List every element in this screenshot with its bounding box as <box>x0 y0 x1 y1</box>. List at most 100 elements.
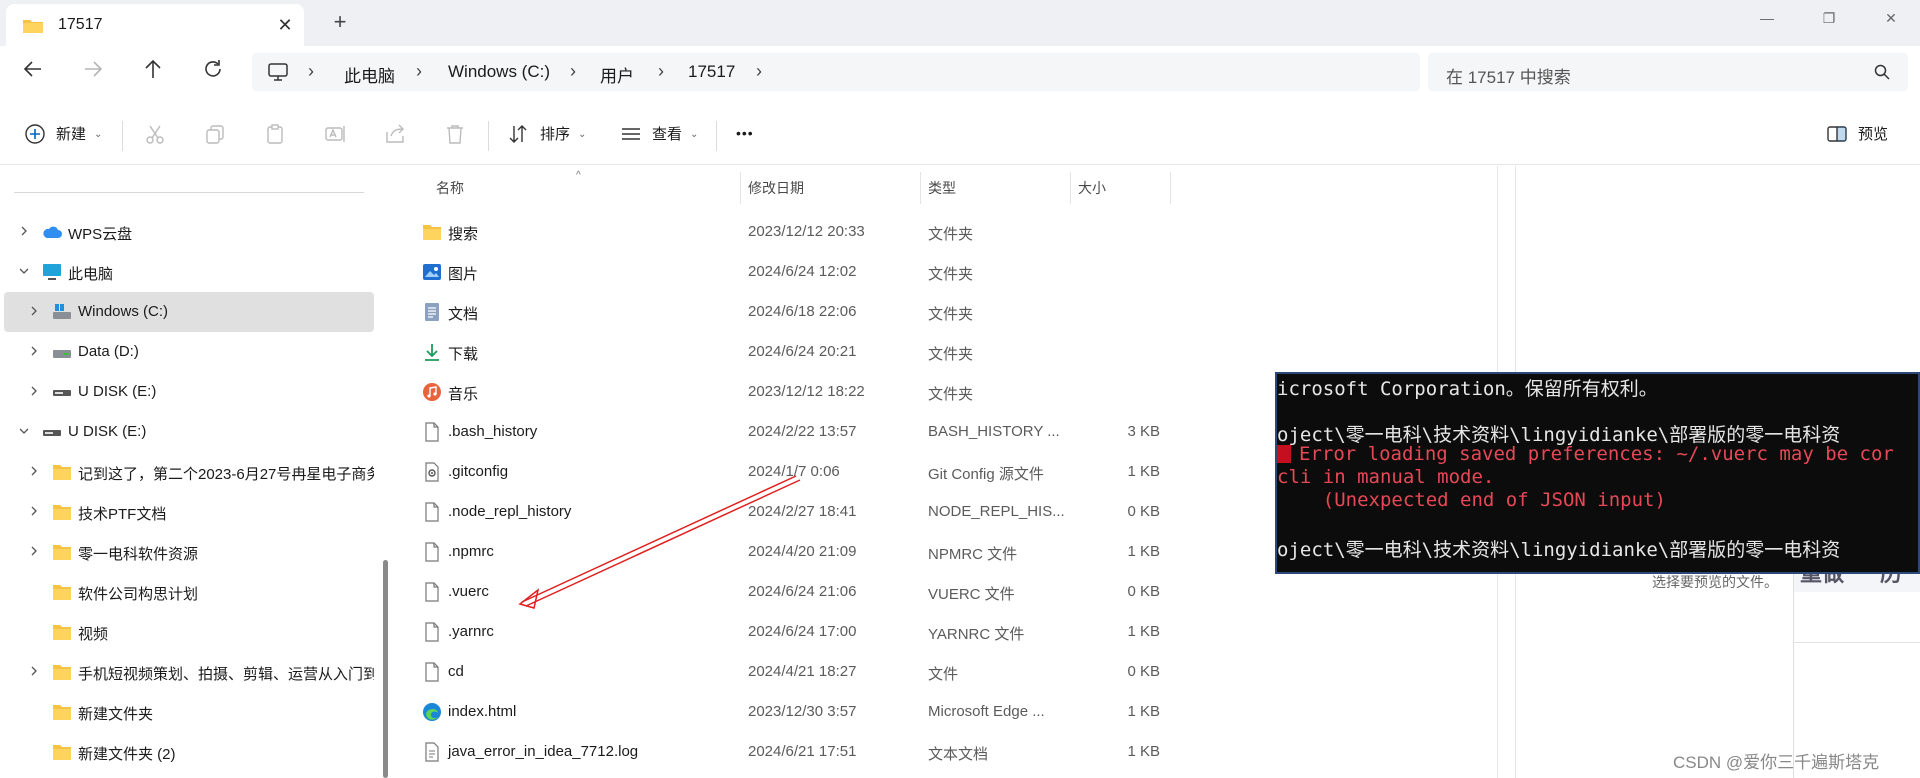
table-row[interactable]: .yarnrc 2024/6/24 17:00 YARNRC 文件 1 KB <box>396 612 1176 652</box>
preview-pane-icon[interactable] <box>1826 123 1850 147</box>
chevron-right-icon[interactable] <box>18 225 30 237</box>
chevron-right-icon[interactable] <box>28 305 40 317</box>
chevron-down-icon[interactable] <box>18 265 30 277</box>
table-row[interactable]: 音乐 2023/12/12 18:22 文件夹 <box>396 372 1176 412</box>
divider <box>488 121 489 151</box>
chevron-right-icon[interactable] <box>28 385 40 397</box>
table-row[interactable]: java_error_in_idea_7712.log 2024/6/21 17… <box>396 732 1176 772</box>
table-row[interactable]: .npmrc 2024/4/20 21:09 NPMRC 文件 1 KB <box>396 532 1176 572</box>
breadcrumb[interactable]: › 此电脑 › Windows (C:) › 用户 › 17517 › <box>252 53 1420 91</box>
terminal-line: cli in manual mode. <box>1277 466 1495 488</box>
chevron-right-icon: › <box>570 61 576 81</box>
sidebar-item-folder[interactable]: 新建文件夹 <box>4 692 374 732</box>
chevron-right-icon[interactable] <box>28 545 40 557</box>
file-icon <box>425 542 439 562</box>
sort-icon[interactable] <box>508 123 532 147</box>
close-window-button[interactable]: ✕ <box>1876 6 1906 30</box>
sidebar-item-windows-c[interactable]: Windows (C:) <box>4 292 374 332</box>
rename-icon[interactable] <box>324 123 348 147</box>
table-row[interactable]: cd 2024/4/21 18:27 文件 0 KB <box>396 652 1176 692</box>
sort-button[interactable]: 排序 <box>540 123 570 144</box>
back-arrow-icon[interactable] <box>20 58 46 84</box>
sidebar-item-udisk-e-root[interactable]: U DISK (E:) <box>4 412 374 452</box>
view-button[interactable]: 查看 <box>652 123 682 144</box>
sidebar-item-folder[interactable]: 零一电科软件资源 <box>4 532 374 572</box>
sidebar-item-udisk-e[interactable]: U DISK (E:) <box>4 372 374 412</box>
folder-icon <box>53 705 71 720</box>
terminal-error-line: Error loading saved preferences: ~/.vuer… <box>1277 443 1894 465</box>
more-options-button[interactable]: ••• <box>736 125 754 141</box>
cut-icon[interactable] <box>144 123 168 147</box>
sidebar-item-folder[interactable]: 技术PTF文档 <box>4 492 374 532</box>
nav-scrollbar[interactable] <box>383 560 388 778</box>
close-tab-icon[interactable]: ✕ <box>274 14 296 36</box>
column-resizer[interactable] <box>1170 172 1171 204</box>
paste-icon[interactable] <box>264 123 288 147</box>
file-size: 0 KB <box>1127 583 1160 600</box>
chevron-right-icon[interactable]: › <box>756 61 762 82</box>
sidebar-item-folder[interactable]: 记到这了，第二个2023-6月27号冉星电子商务 <box>4 452 374 492</box>
column-resizer[interactable] <box>920 172 921 204</box>
copy-icon[interactable] <box>204 123 228 147</box>
chevron-right-icon[interactable] <box>28 665 40 677</box>
breadcrumb-this-pc[interactable]: 此电脑 <box>344 62 395 87</box>
table-row[interactable]: .vuerc 2024/6/24 21:06 VUERC 文件 0 KB <box>396 572 1176 612</box>
chevron-down-icon[interactable] <box>18 425 30 437</box>
sidebar-item-this-pc[interactable]: 此电脑 <box>4 252 374 292</box>
folder-icon <box>53 545 71 560</box>
sidebar-item-folder[interactable]: 新建文件夹 (2) <box>4 732 374 772</box>
table-row[interactable]: 文档 2024/6/18 22:06 文件夹 <box>396 292 1176 332</box>
address-bar: › 此电脑 › Windows (C:) › 用户 › 17517 › 在 17… <box>0 46 1920 96</box>
column-resizer[interactable] <box>740 172 741 204</box>
file-type: 文本文档 <box>928 746 989 763</box>
new-tab-button[interactable]: + <box>328 10 352 34</box>
file-icon <box>425 622 439 642</box>
chevron-right-icon[interactable] <box>28 465 40 477</box>
file-date: 2024/4/20 21:09 <box>748 543 857 560</box>
search-input[interactable]: 在 17517 中搜索 <box>1428 53 1908 91</box>
view-icon[interactable] <box>620 123 644 147</box>
terminal-window[interactable]: icrosoft Corporation。保留所有权利。 oject\零一电科\… <box>1275 372 1920 574</box>
new-plus-icon[interactable] <box>24 123 48 147</box>
window-tab[interactable]: 17517 ✕ <box>6 4 304 46</box>
breadcrumb-windows-c[interactable]: Windows (C:) <box>448 62 550 82</box>
file-size: 1 KB <box>1127 703 1160 720</box>
file-type: 文件夹 <box>928 306 974 323</box>
sidebar-item-wps-cloud[interactable]: WPS云盘 <box>4 212 374 252</box>
up-arrow-icon[interactable] <box>140 58 166 84</box>
file-date: 2024/2/22 13:57 <box>748 423 857 440</box>
table-row[interactable]: .gitconfig 2024/1/7 0:06 Git Config 源文件 … <box>396 452 1176 492</box>
delete-icon[interactable] <box>444 123 468 147</box>
table-row[interactable]: .bash_history 2024/2/22 13:57 BASH_HISTO… <box>396 412 1176 452</box>
sidebar-item-data-d[interactable]: Data (D:) <box>4 332 374 372</box>
breadcrumb-17517[interactable]: 17517 <box>688 62 735 82</box>
sidebar-item-folder[interactable]: 视频 <box>4 612 374 652</box>
column-header-modified[interactable]: 修改日期 <box>748 178 804 198</box>
sidebar-item-folder[interactable]: 软件公司构思计划 <box>4 572 374 612</box>
table-row[interactable]: index.html 2023/12/30 3:57 Microsoft Edg… <box>396 692 1176 732</box>
preview-button[interactable]: 预览 <box>1858 123 1888 144</box>
file-type: NPMRC 文件 <box>928 546 1018 563</box>
forward-arrow-icon[interactable] <box>80 58 106 84</box>
new-button[interactable]: 新建 <box>56 123 86 144</box>
sidebar-item-label: 技术PTF文档 <box>78 506 167 523</box>
column-header-size[interactable]: 大小 <box>1078 178 1106 198</box>
share-icon[interactable] <box>384 123 408 147</box>
column-header-name[interactable]: 名称 <box>436 178 464 198</box>
table-row[interactable]: 搜索 2023/12/12 20:33 文件夹 <box>396 212 1176 252</box>
breadcrumb-users[interactable]: 用户 <box>600 62 634 87</box>
table-row[interactable]: 图片 2024/6/24 12:02 文件夹 <box>396 252 1176 292</box>
table-row[interactable]: 下载 2024/6/24 20:21 文件夹 <box>396 332 1176 372</box>
column-header-type[interactable]: 类型 <box>928 178 956 198</box>
sidebar-item-label: WPS云盘 <box>68 226 133 243</box>
minimize-button[interactable]: — <box>1752 6 1782 30</box>
terminal-line: (Unexpected end of JSON input) <box>1277 489 1666 511</box>
table-row[interactable]: .node_repl_history 2024/2/27 18:41 NODE_… <box>396 492 1176 532</box>
refresh-icon[interactable] <box>200 58 226 84</box>
restore-button[interactable]: ❐ <box>1814 6 1844 30</box>
sidebar-item-label: 软件公司构思计划 <box>78 586 199 603</box>
chevron-right-icon[interactable] <box>28 505 40 517</box>
column-resizer[interactable] <box>1070 172 1071 204</box>
sidebar-item-folder[interactable]: 手机短视频策划、拍摄、剪辑、运营从入门到 <box>4 652 374 692</box>
chevron-right-icon[interactable] <box>28 345 40 357</box>
